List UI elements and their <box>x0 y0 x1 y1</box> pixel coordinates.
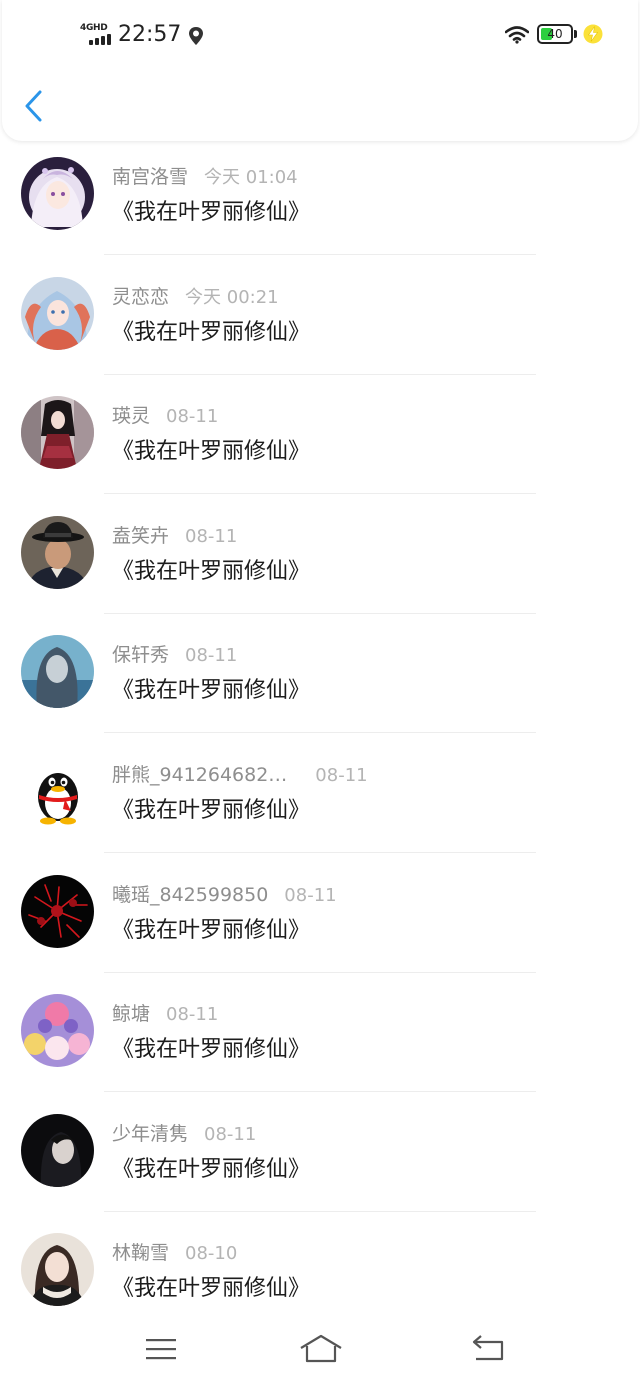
back-button[interactable] <box>18 86 52 126</box>
system-nav-bar <box>0 1318 640 1387</box>
comment-item[interactable]: 曦瑶_842599850 08-11 《我在叶罗丽修仙》 <box>0 860 640 980</box>
comment-text: 《我在叶罗丽修仙》 <box>112 200 311 225</box>
comment-text: 《我在叶罗丽修仙》 <box>112 1156 311 1182</box>
comment-text: 《我在叶罗丽修仙》 <box>112 678 311 704</box>
timestamp: 08-11 <box>185 645 238 667</box>
timestamp: 08-11 <box>166 406 219 428</box>
comment-meta: 胖熊_941264682… 08-11 <box>112 760 368 790</box>
menu-icon <box>146 1339 176 1360</box>
username[interactable]: 南宫洛雪 <box>112 166 188 188</box>
comment-page: 4GHD 22:57 40 南宫洛雪 今天 01:04 《我在叶罗丽修仙》 灵恋… <box>0 0 640 1387</box>
comment-text: 《我在叶罗丽修仙》 <box>112 319 311 345</box>
home-button[interactable] <box>298 1332 344 1366</box>
home-icon <box>300 1334 342 1363</box>
comment-text: 《我在叶罗丽修仙》 <box>112 917 311 943</box>
chevron-left-icon <box>25 90 42 122</box>
comment-meta: 灵恋恋 今天 00:21 <box>112 282 279 312</box>
divider <box>104 612 536 614</box>
avatar[interactable] <box>21 994 94 1068</box>
avatar[interactable] <box>21 515 94 589</box>
comment-item[interactable]: 盍笑卉 08-11 《我在叶罗丽修仙》 <box>0 501 640 621</box>
comment-item[interactable]: 灵恋恋 今天 00:21 《我在叶罗丽修仙》 <box>0 262 640 382</box>
status-bar: 4GHD 22:57 40 <box>0 0 640 66</box>
signal-icon <box>89 34 113 45</box>
qq-penguin-icon <box>21 754 94 828</box>
divider <box>104 373 536 375</box>
avatar[interactable] <box>21 635 94 709</box>
comment-item[interactable]: 保轩秀 08-11 《我在叶罗丽修仙》 <box>0 620 640 740</box>
comment-item[interactable]: 鲸塘 08-11 《我在叶罗丽修仙》 <box>0 979 640 1099</box>
comment-meta: 保轩秀 08-11 <box>112 640 237 670</box>
avatar[interactable] <box>21 1233 94 1307</box>
username[interactable]: 曦瑶_842599850 <box>112 884 268 906</box>
username[interactable]: 盍笑卉 <box>112 525 169 547</box>
comment-meta: 林鞠雪 08-10 <box>112 1238 237 1268</box>
comment-meta: 少年清隽 08-11 <box>112 1119 256 1149</box>
back-icon <box>472 1335 504 1361</box>
timestamp: 08-11 <box>166 1004 219 1026</box>
timestamp: 08-11 <box>284 884 337 906</box>
username[interactable]: 保轩秀 <box>112 644 169 666</box>
divider <box>104 493 536 495</box>
divider <box>104 971 536 973</box>
avatar[interactable] <box>21 157 94 230</box>
status-time: 22:57 <box>118 22 182 47</box>
avatar[interactable] <box>21 1113 94 1187</box>
divider <box>104 851 536 853</box>
divider <box>104 1210 536 1212</box>
battery-percent: 40 <box>547 27 563 41</box>
comment-item[interactable]: 少年清隽 08-11 《我在叶罗丽修仙》 <box>0 1099 640 1219</box>
timestamp: 08-11 <box>185 525 238 547</box>
menu-button[interactable] <box>141 1332 181 1366</box>
avatar[interactable] <box>21 276 94 350</box>
comment-list: 南宫洛雪 今天 01:04 《我在叶罗丽修仙》 灵恋恋 今天 00:21 《我在… <box>0 142 640 1338</box>
comment-text: 《我在叶罗丽修仙》 <box>112 1276 311 1302</box>
battery-icon: 40 <box>537 24 573 44</box>
network-indicator: 4GHD <box>80 24 112 46</box>
username[interactable]: 瑛灵 <box>112 405 150 427</box>
comment-meta: 鲸塘 08-11 <box>112 999 218 1029</box>
divider <box>104 1091 536 1093</box>
timestamp: 08-11 <box>315 764 368 786</box>
divider <box>104 254 536 255</box>
avatar[interactable] <box>21 396 94 470</box>
network-type: 4GHD <box>80 23 108 33</box>
divider <box>104 732 536 734</box>
avatar[interactable] <box>21 874 94 948</box>
back-nav-button[interactable] <box>468 1332 508 1366</box>
timestamp: 今天 00:21 <box>185 286 279 308</box>
comment-text: 《我在叶罗丽修仙》 <box>112 439 311 465</box>
comment-text: 《我在叶罗丽修仙》 <box>112 558 311 584</box>
username[interactable]: 林鞠雪 <box>112 1242 169 1264</box>
comment-item[interactable]: 南宫洛雪 今天 01:04 《我在叶罗丽修仙》 <box>0 142 640 262</box>
comment-meta: 曦瑶_842599850 08-11 <box>112 880 337 910</box>
location-icon <box>188 26 204 46</box>
battery-tip <box>574 30 577 38</box>
comment-meta: 盍笑卉 08-11 <box>112 521 237 551</box>
timestamp: 08-11 <box>204 1123 257 1145</box>
timestamp: 今天 01:04 <box>204 167 298 188</box>
timestamp: 08-10 <box>185 1243 238 1265</box>
comment-meta: 瑛灵 08-11 <box>112 401 218 431</box>
comment-meta: 南宫洛雪 今天 01:04 <box>112 162 298 192</box>
comment-text: 《我在叶罗丽修仙》 <box>112 1037 311 1063</box>
username[interactable]: 胖熊_941264682… <box>112 764 287 786</box>
username[interactable]: 少年清隽 <box>112 1123 188 1145</box>
comment-item[interactable]: 瑛灵 08-11 《我在叶罗丽修仙》 <box>0 381 640 501</box>
charging-icon <box>582 23 604 45</box>
avatar[interactable] <box>21 754 94 828</box>
wifi-icon <box>504 26 530 44</box>
comment-item[interactable]: 胖熊_941264682… 08-11 《我在叶罗丽修仙》 <box>0 740 640 860</box>
username[interactable]: 灵恋恋 <box>112 286 169 308</box>
username[interactable]: 鲸塘 <box>112 1003 150 1025</box>
comment-text: 《我在叶罗丽修仙》 <box>112 797 311 823</box>
